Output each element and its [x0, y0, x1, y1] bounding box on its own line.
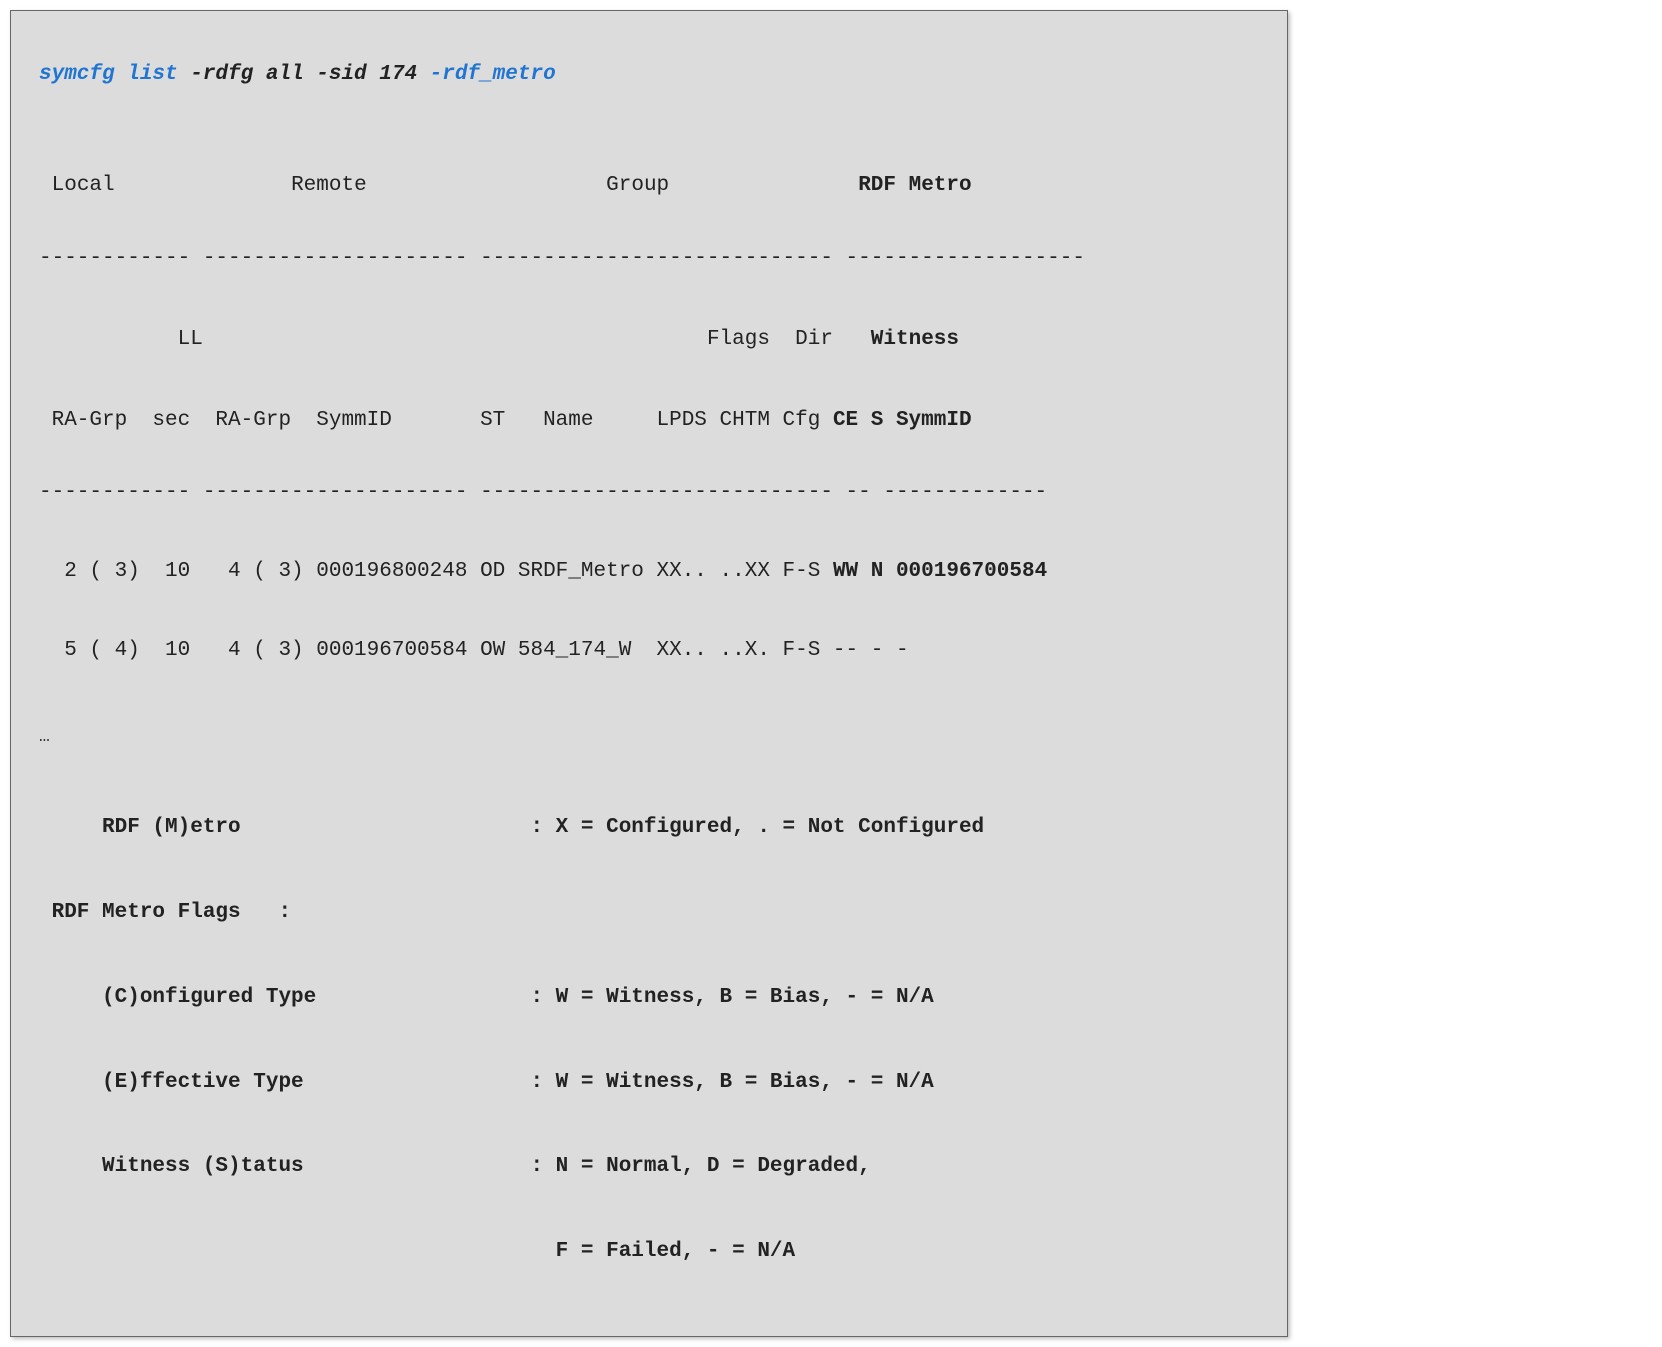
command-line: symcfg list -rdfg all -sid 174 -rdf_metr… [39, 60, 1259, 89]
col-hdr-ce: CE S SymmID [833, 409, 972, 432]
section-headers: Local Remote Group RDF Metro [39, 171, 1259, 200]
hdr-flags: Flags [707, 328, 770, 351]
hdr-local: Local [52, 174, 115, 197]
col-hdr-left: RA-Grp sec RA-Grp SymmID ST Name LPDS CH… [39, 409, 833, 432]
legend-line-2: RDF Metro Flags : [39, 898, 1259, 927]
legend-line-3: (C)onfigured Type : W = Witness, B = Bia… [39, 983, 1259, 1012]
hdr-ll: LL [178, 328, 203, 351]
divider-2: ------------ --------------------- -----… [39, 478, 1259, 507]
divider-1: ------------ --------------------- -----… [39, 244, 1259, 273]
column-headers: RA-Grp sec RA-Grp SymmID ST Name LPDS CH… [39, 406, 1259, 435]
hdr-group: Group [606, 174, 669, 197]
row2-left: 5 ( 4) 10 4 ( 3) 000196700584 OW 584_174… [39, 639, 909, 662]
hdr-witness: Witness [871, 328, 959, 351]
data-row-2: 5 ( 4) 10 4 ( 3) 000196700584 OW 584_174… [39, 636, 1259, 665]
data-row-1: 2 ( 3) 10 4 ( 3) 000196800248 OD SRDF_Me… [39, 557, 1259, 586]
cmd-part2: -rdfg all -sid 174 [178, 63, 430, 86]
sub-header-1: LL Flags Dir Witness [39, 325, 1259, 354]
legend-line-6: F = Failed, - = N/A [39, 1237, 1259, 1266]
hdr-remote: Remote [291, 174, 367, 197]
ellipsis: … [39, 725, 1259, 750]
terminal-output: symcfg list -rdfg all -sid 174 -rdf_metr… [10, 10, 1288, 1337]
row1-left: 2 ( 3) 10 4 ( 3) 000196800248 OD SRDF_Me… [39, 560, 833, 583]
cmd-part3: -rdf_metro [430, 63, 556, 86]
hdr-dir: Dir [795, 328, 833, 351]
hdr-rdf-metro: RDF Metro [858, 174, 971, 197]
legend-line-1: RDF (M)etro : X = Configured, . = Not Co… [39, 813, 1259, 842]
legend-line-4: (E)ffective Type : W = Witness, B = Bias… [39, 1068, 1259, 1097]
cmd-part1: symcfg list [39, 63, 178, 86]
legend-line-5: Witness (S)tatus : N = Normal, D = Degra… [39, 1152, 1259, 1181]
row1-bold: WW N 000196700584 [833, 560, 1047, 583]
